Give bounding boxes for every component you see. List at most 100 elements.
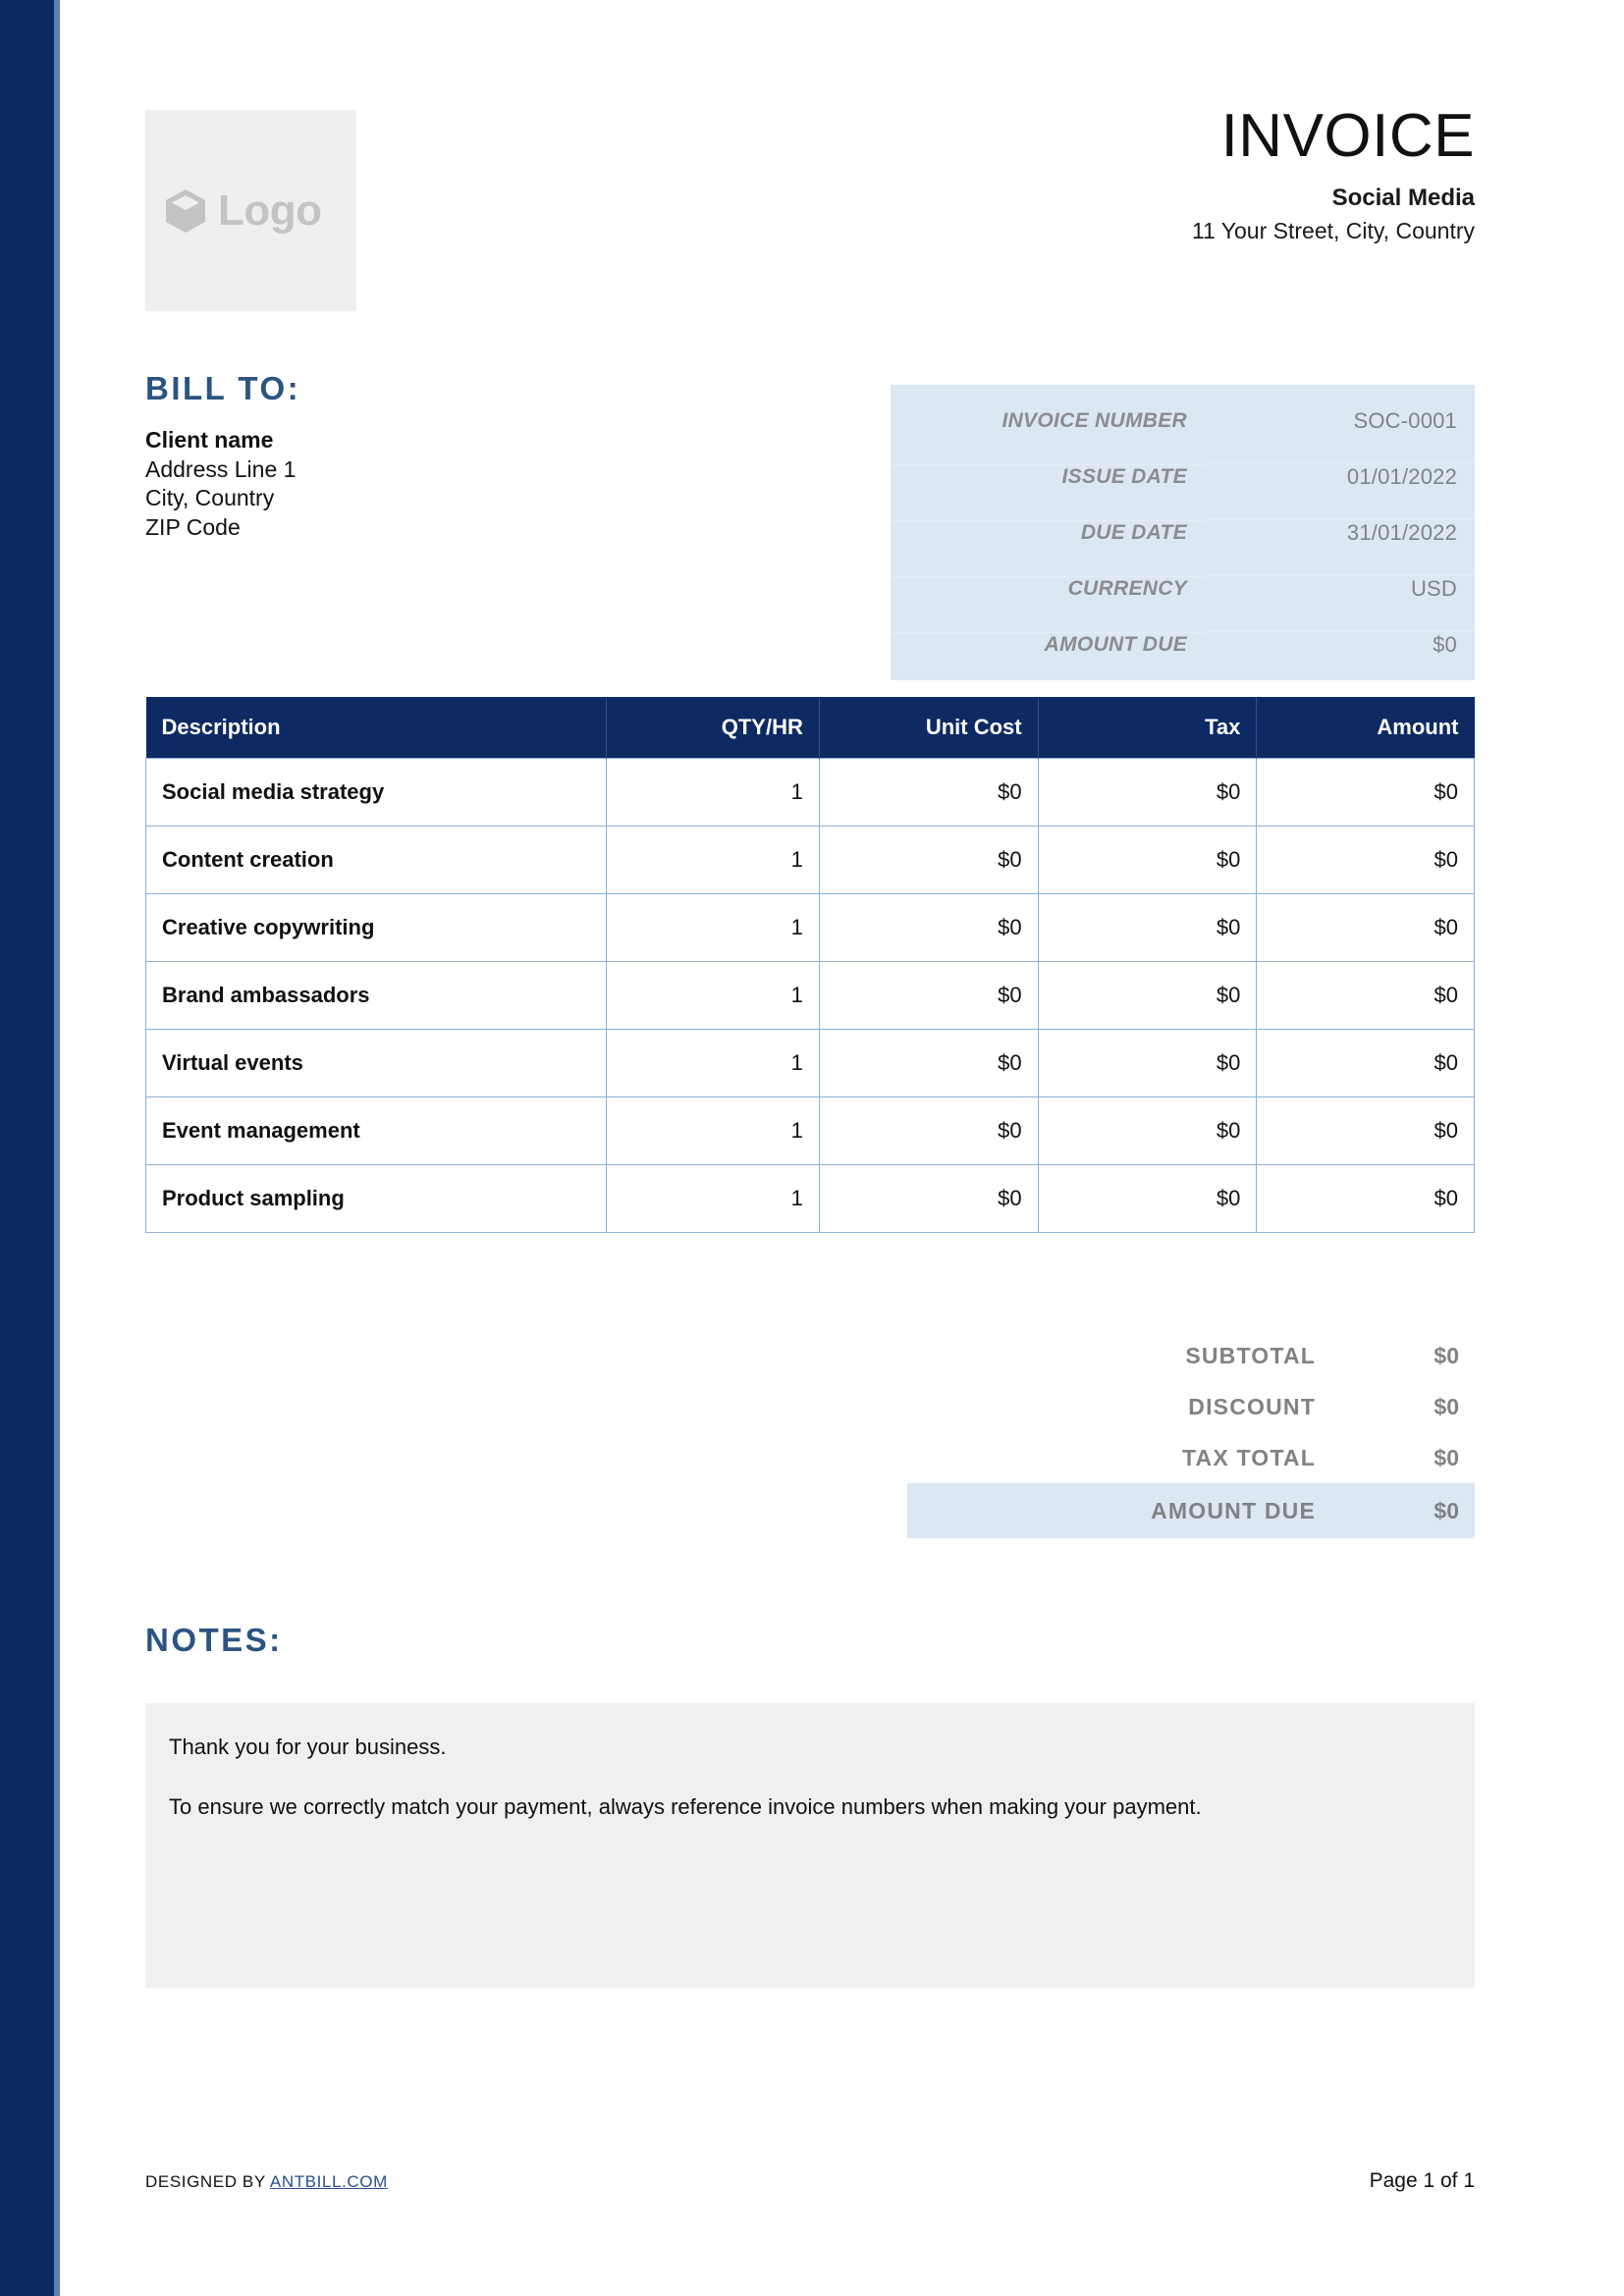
left-navy-bar: [0, 0, 54, 2296]
invoice-detail-row: AMOUNT DUE $0: [891, 616, 1475, 672]
cell-tax: $0: [1037, 757, 1258, 827]
line-items-table: Description QTY/HR Unit Cost Tax Amount …: [145, 697, 1475, 1233]
designed-by: DESIGNED BY ANTBILL.COM: [145, 2172, 388, 2192]
column-header-tax: Tax: [1038, 697, 1258, 758]
bill-to-line: Address Line 1: [145, 455, 297, 482]
totals-value: $0: [1434, 1393, 1459, 1419]
cell-unit-cost: $0: [818, 893, 1039, 962]
page-title: INVOICE: [1220, 102, 1475, 170]
logo-inner: Logo: [163, 187, 322, 235]
bill-to-line: Client name: [145, 427, 274, 454]
totals-row-amount-due: AMOUNT DUE $0: [907, 1483, 1475, 1538]
table-header-row: Description QTY/HR Unit Cost Tax Amount: [145, 697, 1475, 758]
invoice-content: Logo INVOICE Social Media 11 Your Street…: [145, 0, 1475, 2296]
cell-qty: 1: [605, 757, 820, 827]
invoice-details-panel: INVOICE NUMBER SOC-0001 ISSUE DATE 01/01…: [891, 385, 1475, 680]
table-row: Virtual events 1 $0 $0 $0: [145, 1029, 1475, 1097]
totals-label: AMOUNT DUE: [1151, 1497, 1316, 1523]
invoice-detail-label: CURRENCY: [891, 576, 1205, 601]
totals-row-tax-total: TAX TOTAL $0: [907, 1432, 1475, 1483]
invoice-detail-value: SOC-0001: [1353, 407, 1457, 433]
invoice-detail-value: 31/01/2022: [1205, 519, 1475, 546]
left-steel-accent-bar: [54, 0, 60, 2296]
designed-by-prefix: DESIGNED BY: [145, 2172, 270, 2191]
cell-description: Social media strategy: [145, 757, 607, 827]
cell-qty: 1: [605, 961, 820, 1030]
page-number: Page 1 of 1: [1369, 2169, 1475, 2192]
table-row: Product sampling 1 $0 $0 $0: [145, 1164, 1475, 1233]
invoice-detail-label: DUE DATE: [891, 520, 1205, 545]
logo-label: Logo: [218, 186, 322, 235]
cell-tax: $0: [1037, 961, 1258, 1030]
cell-amount: $0: [1256, 961, 1475, 1030]
invoice-detail-label: INVOICE NUMBER: [1001, 408, 1187, 432]
company-name: Social Media: [1331, 185, 1475, 212]
line-items-body: Social media strategy 1 $0 $0 $0 Content…: [145, 757, 1475, 1233]
invoice-detail-value: $0: [1205, 631, 1475, 658]
header-right-block: INVOICE Social Media 11 Your Street, Cit…: [1192, 104, 1475, 245]
invoice-detail-row: ISSUE DATE 01/01/2022: [891, 449, 1475, 505]
company-address: 11 Your Street, City, Country: [1191, 218, 1475, 244]
totals-value: $0: [1434, 1342, 1459, 1368]
cell-amount: $0: [1256, 1164, 1475, 1233]
invoice-detail-value: 01/01/2022: [1205, 463, 1475, 490]
table-row: Creative copywriting 1 $0 $0 $0: [145, 893, 1475, 962]
cube-icon: [163, 187, 208, 235]
cell-description: Virtual events: [145, 1029, 607, 1097]
invoice-detail-row: INVOICE NUMBER SOC-0001: [891, 393, 1475, 449]
column-header-qty: QTY/HR: [606, 697, 820, 758]
cell-qty: 1: [605, 893, 820, 962]
table-row: Brand ambassadors 1 $0 $0 $0: [145, 961, 1475, 1030]
totals-label: SUBTOTAL: [1185, 1342, 1316, 1368]
invoice-detail-label: ISSUE DATE: [891, 464, 1205, 489]
totals-row-discount: DISCOUNT $0: [907, 1381, 1475, 1432]
page-footer: DESIGNED BY ANTBILL.COM Page 1 of 1: [145, 2169, 1475, 2193]
totals-label: TAX TOTAL: [1181, 1444, 1316, 1470]
notes-heading: NOTES:: [145, 1622, 283, 1658]
cell-amount: $0: [1256, 826, 1475, 894]
logo-placeholder[interactable]: Logo: [145, 110, 356, 311]
cell-description: Content creation: [145, 826, 607, 894]
totals-section: SUBTOTAL $0 DISCOUNT $0 TAX TOTAL $0 AMO…: [907, 1330, 1475, 1538]
cell-tax: $0: [1037, 1029, 1258, 1097]
bill-to-section: BILL TO: Client name Address Line 1 City…: [145, 370, 734, 542]
cell-tax: $0: [1037, 1164, 1258, 1233]
column-header-unit-cost: Unit Cost: [819, 697, 1039, 758]
totals-value: $0: [1434, 1497, 1459, 1523]
cell-description: Event management: [145, 1096, 607, 1165]
antbill-link[interactable]: ANTBILL.COM: [270, 2172, 388, 2191]
invoice-detail-value: USD: [1205, 575, 1475, 602]
cell-description: Creative copywriting: [145, 893, 607, 962]
cell-amount: $0: [1256, 757, 1475, 827]
invoice-header: Logo INVOICE Social Media 11 Your Street…: [145, 104, 1475, 326]
notes-paragraph: Thank you for your business.: [169, 1735, 447, 1759]
bill-to-line: City, Country: [145, 485, 275, 511]
cell-unit-cost: $0: [818, 961, 1039, 1030]
cell-description: Brand ambassadors: [145, 961, 607, 1030]
totals-label: DISCOUNT: [1188, 1393, 1316, 1419]
line-items-header: Description QTY/HR Unit Cost Tax Amount: [145, 697, 1475, 758]
table-row: Social media strategy 1 $0 $0 $0: [145, 757, 1475, 827]
notes-paragraph: To ensure we correctly match your paymen…: [169, 1794, 1202, 1819]
cell-unit-cost: $0: [818, 1029, 1039, 1097]
notes-box: Thank you for your business. To ensure w…: [145, 1703, 1475, 1988]
cell-qty: 1: [605, 1164, 820, 1233]
invoice-detail-label: AMOUNT DUE: [891, 632, 1205, 657]
totals-row-subtotal: SUBTOTAL $0: [907, 1330, 1475, 1381]
cell-qty: 1: [605, 826, 820, 894]
cell-unit-cost: $0: [818, 757, 1039, 827]
bill-to-lines: Client name Address Line 1 City, Country…: [145, 426, 734, 542]
cell-unit-cost: $0: [818, 826, 1039, 894]
cell-amount: $0: [1256, 893, 1475, 962]
cell-qty: 1: [605, 1096, 820, 1165]
totals-value: $0: [1434, 1444, 1459, 1470]
invoice-detail-row: DUE DATE 31/01/2022: [891, 505, 1475, 561]
bill-to-line: ZIP Code: [145, 513, 241, 540]
column-header-amount: Amount: [1256, 697, 1475, 758]
cell-tax: $0: [1037, 1096, 1258, 1165]
cell-unit-cost: $0: [818, 1164, 1039, 1233]
cell-qty: 1: [605, 1029, 820, 1097]
cell-amount: $0: [1256, 1096, 1475, 1165]
cell-tax: $0: [1037, 893, 1258, 962]
column-header-description: Description: [145, 697, 607, 758]
